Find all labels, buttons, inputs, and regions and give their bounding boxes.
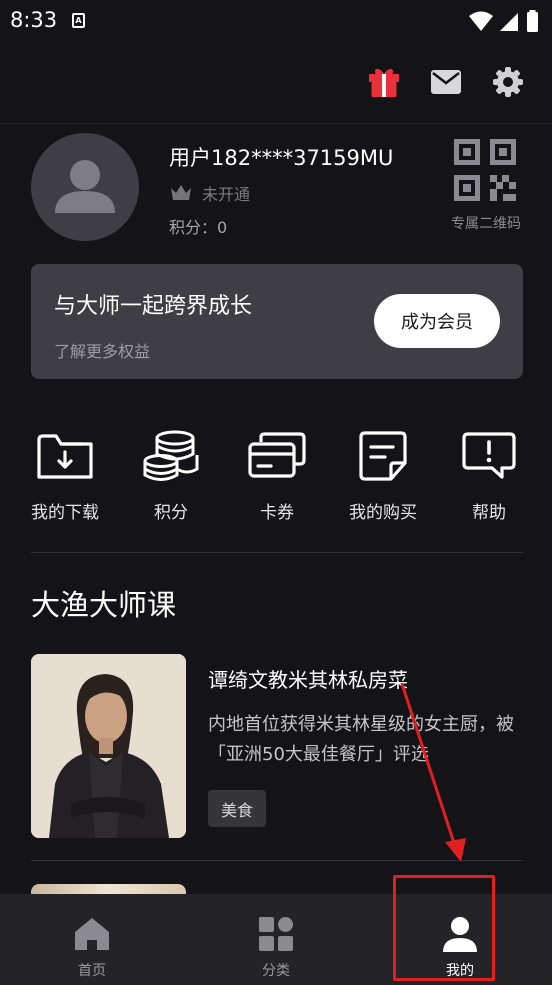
crown-icon [171,185,191,200]
course-title[interactable]: 谭绮文教米其林私房菜 [208,664,408,693]
chef-portrait-image [31,654,186,838]
purchases-document-icon [359,431,407,481]
action-points[interactable]: 积分 [121,428,221,528]
qr-code-icon[interactable] [452,137,518,203]
status-time: 8:33 [10,8,58,32]
nav-home[interactable]: 首页 [0,894,184,985]
avatar[interactable] [31,133,139,241]
action-help[interactable]: 帮助 [439,428,539,528]
action-purchases[interactable]: 我的购买 [333,428,433,528]
become-member-button[interactable]: 成为会员 [374,294,500,348]
download-folder-icon [37,434,93,479]
points-text: 积分：0 [169,218,228,237]
gift-button[interactable] [364,62,404,102]
status-icons [469,10,538,32]
mail-icon [431,70,461,94]
annotation-highlight-box [393,875,495,981]
nav-home-label: 首页 [78,963,106,979]
action-help-label: 帮助 [472,503,506,523]
action-coupons[interactable]: 卡券 [227,428,327,528]
membership-card[interactable]: 与大师一起跨界成长 了解更多权益 成为会员 [31,264,523,379]
section-divider [31,552,523,553]
membership-status-text: 未开通 [202,185,251,204]
action-downloads[interactable]: 我的下载 [15,428,115,528]
course-tag[interactable]: 美食 [208,790,266,827]
profile-screen: 8:33 A 用户182****37159MU 未开通 积分：0 专属二维码 与… [0,0,552,985]
status-bar: 8:33 A [0,0,552,44]
category-grid-icon [259,917,293,951]
coins-icon [143,430,199,481]
help-chat-icon [462,432,516,479]
membership-status: 未开通 [169,181,250,205]
settings-gear-icon [493,67,523,97]
default-avatar-icon [55,160,115,213]
battery-icon [527,12,538,32]
course-divider [31,860,523,861]
settings-button[interactable] [488,62,528,102]
notification-a-icon: A [72,13,85,28]
action-points-label: 积分 [154,503,188,523]
section-title: 大渔大师课 [31,588,177,622]
username[interactable]: 用户182****37159MU [169,142,393,172]
wifi-icon [469,11,493,31]
action-purchases-label: 我的购买 [349,503,417,523]
nav-category-label: 分类 [262,963,290,979]
mail-button[interactable] [426,62,466,102]
action-downloads-label: 我的下载 [31,503,99,523]
course-thumbnail[interactable] [31,654,186,838]
cards-icon [248,432,306,478]
action-coupons-label: 卡券 [260,503,294,523]
course-description: 内地首位获得米其林星级的女主厨，被「亚洲50大最佳餐厅」评选 [208,714,514,765]
header-divider [0,123,552,124]
membership-card-title: 与大师一起跨界成长 [54,294,253,319]
gift-icon [369,69,399,97]
membership-card-subtitle[interactable]: 了解更多权益 [54,338,150,362]
qr-code-label[interactable]: 专属二维码 [440,213,532,233]
nav-category[interactable]: 分类 [184,894,368,985]
home-icon [75,918,109,950]
cellular-icon [500,13,518,31]
